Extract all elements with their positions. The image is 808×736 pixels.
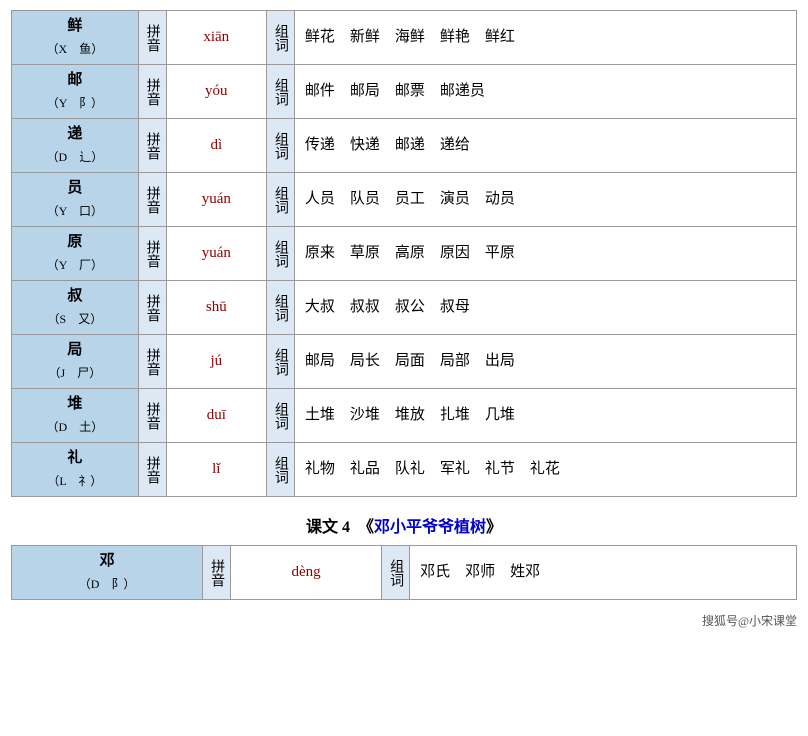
- words-cell: 大叔 叔叔 叔公 叔母: [294, 281, 796, 335]
- footer-text: 搜狐号@小宋课堂: [702, 614, 797, 628]
- table2: 邓（D 阝）拼音dèng组词邓氏 邓师 姓邓: [11, 545, 797, 600]
- group-label: 组词: [266, 65, 294, 119]
- words-cell: 鲜花 新鲜 海鲜 鲜艳 鲜红: [294, 11, 796, 65]
- words-cell: 邮件 邮局 邮票 邮递员: [294, 65, 796, 119]
- group-label: 组词: [266, 227, 294, 281]
- char-cell: 递（D 辶）: [12, 119, 139, 173]
- pinyin-label: 拼音: [138, 65, 166, 119]
- section2-prefix: 课文 4 《: [306, 519, 374, 536]
- char-cell: 原（Y 厂）: [12, 227, 139, 281]
- words-cell: 邓氏 邓师 姓邓: [410, 546, 797, 600]
- words-cell: 原来 草原 高原 原因 平原: [294, 227, 796, 281]
- words-cell: 邮局 局长 局面 局部 出局: [294, 335, 796, 389]
- pinyin-label: 拼音: [138, 173, 166, 227]
- group-label: 组词: [266, 389, 294, 443]
- pinyin-value: dì: [166, 119, 266, 173]
- group-label: 组词: [266, 443, 294, 497]
- pinyin-label: 拼音: [138, 119, 166, 173]
- pinyin-label: 拼音: [138, 335, 166, 389]
- pinyin-value: xiān: [166, 11, 266, 65]
- footer: 搜狐号@小宋课堂: [11, 612, 797, 629]
- char-cell: 堆（D 土）: [12, 389, 139, 443]
- char-cell: 邮（Y 阝）: [12, 65, 139, 119]
- group-label: 组词: [266, 335, 294, 389]
- pinyin-label: 拼音: [203, 546, 231, 600]
- section2-main: 邓小平爷爷植树: [374, 519, 486, 536]
- pinyin-label: 拼音: [138, 227, 166, 281]
- pinyin-label: 拼音: [138, 443, 166, 497]
- char-cell: 邓（D 阝）: [12, 546, 203, 600]
- pinyin-label: 拼音: [138, 11, 166, 65]
- char-cell: 局（J 尸）: [12, 335, 139, 389]
- char-cell: 员（Y 口）: [12, 173, 139, 227]
- words-cell: 人员 队员 员工 演员 动员: [294, 173, 796, 227]
- char-cell: 叔（S 又）: [12, 281, 139, 335]
- pinyin-value: yuán: [166, 173, 266, 227]
- section2-suffix: 》: [486, 519, 502, 536]
- pinyin-label: 拼音: [138, 389, 166, 443]
- section2-title: 课文 4 《邓小平爷爷植树》: [11, 513, 797, 537]
- words-cell: 传递 快递 邮递 递给: [294, 119, 796, 173]
- group-label: 组词: [382, 546, 410, 600]
- words-cell: 礼物 礼品 队礼 军礼 礼节 礼花: [294, 443, 796, 497]
- table1: 鲜（X 鱼）拼音xiān组词鲜花 新鲜 海鲜 鲜艳 鲜红邮（Y 阝）拼音yóu组…: [11, 10, 797, 497]
- pinyin-value: jú: [166, 335, 266, 389]
- pinyin-value: shū: [166, 281, 266, 335]
- pinyin-value: dèng: [231, 546, 382, 600]
- char-cell: 礼（L 礻）: [12, 443, 139, 497]
- pinyin-value: yuán: [166, 227, 266, 281]
- char-cell: 鲜（X 鱼）: [12, 11, 139, 65]
- group-label: 组词: [266, 281, 294, 335]
- group-label: 组词: [266, 11, 294, 65]
- pinyin-label: 拼音: [138, 281, 166, 335]
- group-label: 组词: [266, 173, 294, 227]
- pinyin-value: lǐ: [166, 443, 266, 497]
- group-label: 组词: [266, 119, 294, 173]
- words-cell: 土堆 沙堆 堆放 扎堆 几堆: [294, 389, 796, 443]
- page-container: 鲜（X 鱼）拼音xiān组词鲜花 新鲜 海鲜 鲜艳 鲜红邮（Y 阝）拼音yóu组…: [11, 10, 797, 629]
- pinyin-value: yóu: [166, 65, 266, 119]
- pinyin-value: duī: [166, 389, 266, 443]
